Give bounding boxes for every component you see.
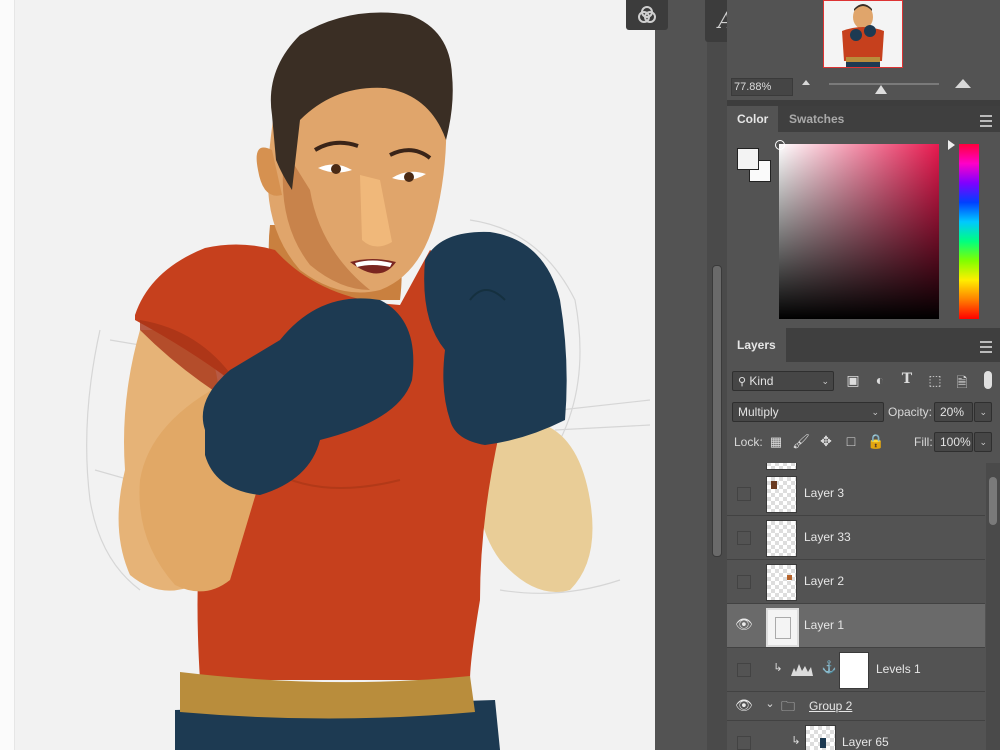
channels-panel-button[interactable] — [626, 0, 668, 30]
chevron-down-icon: ⌄ — [821, 376, 829, 386]
hue-marker[interactable] — [948, 140, 955, 150]
image-filter-icon[interactable]: ▣ — [844, 372, 862, 389]
layer-thumbnail — [766, 476, 797, 513]
layer-thumbnail — [766, 564, 797, 601]
group-row[interactable]: 👁 ⌄ 🗀 Group 2 — [727, 692, 985, 721]
navigator-panel: 77.88% — [727, 0, 1000, 100]
lock-position-icon[interactable]: ✥ — [817, 433, 835, 450]
chevron-down-icon: ⌄ — [979, 437, 987, 447]
color-picker-cursor[interactable] — [775, 140, 785, 150]
shape-filter-icon[interactable]: ⬚ — [926, 372, 944, 389]
fill-field[interactable]: 100% — [934, 432, 973, 452]
visibility-toggle[interactable] — [737, 487, 751, 501]
layer-list[interactable]: Layer 3 Layer 33 Layer 2 👁 Layer 1 ↳ ⚓ L… — [727, 463, 985, 750]
visibility-toggle[interactable] — [737, 531, 751, 545]
opacity-label: Opacity: — [888, 405, 933, 419]
layer-name: Levels 1 — [876, 662, 921, 676]
eye-icon[interactable]: 👁 — [735, 697, 753, 714]
lock-artboard-icon[interactable]: □ — [842, 433, 860, 449]
layer-thumbnail — [766, 608, 799, 647]
color-saturation-field[interactable] — [779, 144, 939, 319]
blend-mode-select[interactable]: Multiply ⌄ — [732, 402, 884, 422]
type-filter-icon[interactable]: T — [898, 371, 916, 387]
layer-row[interactable]: ↳ Layer 65 — [727, 721, 985, 750]
scrollbar-thumb[interactable] — [712, 265, 722, 557]
filter-kind-label: Kind — [749, 374, 774, 388]
layers-panel: Layers ⚲ Kind ⌄ ▣ ◐ T ⬚ 🗎 Multiply ⌄ Opa… — [727, 328, 1000, 750]
canvas-scrollbar[interactable] — [707, 0, 727, 750]
visibility-toggle[interactable] — [737, 663, 751, 677]
layer-name: Layer 2 — [804, 574, 845, 588]
channels-icon — [638, 6, 656, 23]
large-mountain-icon[interactable] — [955, 79, 971, 88]
layer-row[interactable]: ↳ ⚓ Levels 1 — [727, 648, 985, 692]
layer-row[interactable]: Layer 2 — [727, 560, 985, 604]
small-mountain-icon[interactable] — [802, 80, 810, 85]
group-name: Group 2 — [809, 699, 853, 713]
zoom-slider-knob[interactable] — [875, 85, 887, 94]
color-panel: Color Swatches — [727, 106, 1000, 328]
layer-row[interactable]: Layer 33 — [727, 516, 985, 560]
visibility-toggle[interactable] — [737, 575, 751, 589]
zoom-level-field[interactable]: 77.88% — [731, 78, 793, 96]
hue-slider[interactable] — [959, 144, 979, 319]
artwork-boxer — [86, 12, 651, 750]
scrollbar-thumb[interactable] — [989, 477, 997, 525]
layer-row-selected[interactable]: 👁 Layer 1 — [727, 604, 985, 648]
lock-label: Lock: — [734, 435, 763, 449]
eye-icon[interactable]: 👁 — [735, 616, 753, 633]
fill-label: Fill: — [914, 435, 933, 449]
layer-name: Layer 65 — [842, 735, 889, 749]
filter-toggle-icon[interactable] — [984, 371, 992, 389]
blend-mode-value: Multiply — [738, 405, 779, 419]
layer-thumbnail — [766, 520, 797, 557]
levels-icon — [791, 664, 813, 676]
panel-menu-icon[interactable] — [980, 341, 992, 353]
tab-color[interactable]: Color — [727, 106, 779, 132]
adjustment-filter-icon[interactable]: ◐ — [871, 372, 889, 388]
opacity-dropdown[interactable]: ⌄ — [974, 402, 992, 422]
layers-scrollbar[interactable] — [986, 463, 1000, 750]
tab-layers[interactable]: Layers — [727, 328, 786, 362]
chevron-down-icon: ⌄ — [871, 407, 879, 417]
clip-arrow-icon: ↳ — [773, 662, 783, 674]
link-icon[interactable]: ⚓ — [820, 660, 838, 674]
layer-name: Layer 1 — [804, 618, 845, 632]
foreground-color-swatch[interactable] — [737, 148, 759, 170]
clip-arrow-icon: ↳ — [791, 735, 801, 747]
layer-thumbnail — [805, 725, 836, 750]
panel-menu-icon[interactable] — [980, 115, 992, 127]
search-icon: ⚲ — [738, 376, 747, 388]
document-canvas[interactable] — [0, 0, 707, 750]
layer-mask-thumbnail[interactable] — [839, 652, 869, 689]
layer-filter-select[interactable]: ⚲ Kind ⌄ — [732, 371, 834, 391]
canvas-background — [655, 0, 707, 750]
opacity-field[interactable]: 20% — [934, 402, 973, 422]
smart-object-filter-icon[interactable]: 🗎 — [953, 372, 971, 396]
folder-icon: 🗀 — [781, 698, 795, 714]
visibility-toggle[interactable] — [737, 736, 751, 750]
lock-transparent-icon[interactable]: ▦ — [767, 434, 785, 450]
layer-name: Layer 3 — [804, 486, 845, 500]
lock-all-icon[interactable]: 🔒 — [867, 433, 885, 450]
navigator-preview[interactable] — [823, 0, 903, 68]
layer-row[interactable]: Layer 3 — [727, 472, 985, 516]
lock-paint-icon[interactable]: 🖌 — [792, 433, 810, 450]
chevron-down-icon: ⌄ — [979, 407, 987, 417]
layers-panel-tabs: Layers — [727, 328, 1000, 362]
color-panel-tabs: Color Swatches — [727, 106, 1000, 132]
disclosure-icon[interactable]: ⌄ — [761, 697, 779, 710]
tab-swatches[interactable]: Swatches — [779, 106, 854, 132]
fill-dropdown[interactable]: ⌄ — [974, 432, 992, 452]
layer-thumbnail — [766, 463, 797, 470]
layer-name: Layer 33 — [804, 530, 851, 544]
